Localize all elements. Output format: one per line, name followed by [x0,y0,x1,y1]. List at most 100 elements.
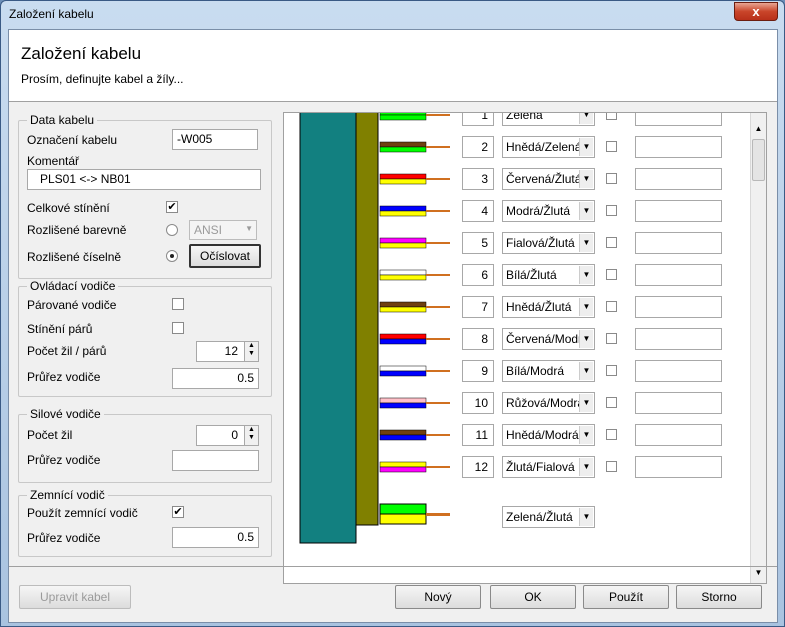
chevron-down-icon[interactable]: ▼ [579,234,593,252]
chevron-down-icon[interactable]: ▼ [579,266,593,284]
wire-color-select[interactable]: Zelená/Žlutá ▼ [502,506,595,528]
wire-number[interactable]: 2 [462,136,494,158]
wire-number[interactable]: 8 [462,328,494,350]
chevron-down-icon[interactable]: ▼ [579,426,593,444]
spin-up-icon[interactable]: ▲ [245,426,258,434]
wire-color-select[interactable]: Červená/Modrá▼ [502,328,595,350]
wire-10-bottom [379,402,427,409]
chevron-down-icon[interactable]: ▼ [579,138,593,156]
wire-designation-input[interactable] [635,328,722,350]
pouzit-zemnici-checkbox[interactable]: ✔ [172,506,184,518]
wire-color-value: Zelená [506,112,543,122]
wire-number[interactable]: 4 [462,200,494,222]
wire-number[interactable]: 6 [462,264,494,286]
pouzit-button[interactable]: Použít [583,585,669,609]
wire-number[interactable]: 3 [462,168,494,190]
wire-1-bottom [379,114,427,121]
wire-designation-input[interactable] [635,232,722,254]
wire-3-top [379,173,427,180]
barevne-radio[interactable] [166,224,178,236]
zemnici-prurez-input[interactable]: 0.5 [172,527,259,548]
wire-checkbox[interactable] [606,141,617,152]
wire-designation-input[interactable] [635,264,722,286]
pocet-zil-paru-stepper[interactable]: ▲ ▼ [244,342,258,361]
komentar-label: Komentář [27,154,80,168]
wire-color-select[interactable]: Hnědá/Modrá ▼ [502,424,595,446]
wire-checkbox[interactable] [606,461,617,472]
silove-prurez-input[interactable] [172,450,259,471]
ok-button[interactable]: OK [490,585,576,609]
wire-number[interactable]: 7 [462,296,494,318]
storno-button[interactable]: Storno [676,585,762,609]
wire-designation-input[interactable] [635,113,722,126]
ansi-select[interactable]: ANSI ▼ [189,220,257,240]
wire-designation-input[interactable] [635,296,722,318]
wire-designation-input[interactable] [635,136,722,158]
wire-checkbox[interactable] [606,333,617,344]
wire-checkbox[interactable] [606,397,617,408]
komentar-input[interactable]: PLS01 <-> NB01 [27,169,261,190]
spin-down-icon[interactable]: ▼ [245,350,258,358]
wire-color-select[interactable]: Bílá/Žlutá ▼ [502,264,595,286]
wire-designation-input[interactable] [635,168,722,190]
chevron-down-icon[interactable]: ▼ [579,202,593,220]
wire-checkbox[interactable] [606,237,617,248]
chevron-down-icon[interactable]: ▼ [579,298,593,316]
prurez-input[interactable]: 0.5 [172,368,259,389]
wire-6-tip [426,274,450,276]
chevron-down-icon[interactable]: ▼ [579,394,593,412]
novy-button[interactable]: Nový [395,585,481,609]
wire-checkbox[interactable] [606,173,617,184]
wire-color-select[interactable]: Fialová/Žlutá ▼ [502,232,595,254]
wire-checkbox[interactable] [606,113,617,120]
silove-pocet-stepper[interactable]: ▲ ▼ [244,426,258,445]
wire-designation-input[interactable] [635,424,722,446]
chevron-down-icon[interactable]: ▼ [579,458,593,476]
wire-checkbox[interactable] [606,205,617,216]
chevron-down-icon[interactable]: ▼ [579,330,593,348]
ocislovat-button[interactable]: Očíslovat [189,244,261,268]
chevron-down-icon[interactable]: ▼ [579,362,593,380]
wire-checkbox[interactable] [606,269,617,280]
scroll-thumb[interactable] [752,139,765,181]
upravit-kabel-button[interactable]: Upravit kabel [19,585,131,609]
spin-up-icon[interactable]: ▲ [245,342,258,350]
wire-checkbox[interactable] [606,365,617,376]
close-button[interactable]: x [734,2,778,21]
wire-designation-input[interactable] [635,456,722,478]
chevron-down-icon[interactable]: ▼ [579,508,593,526]
spin-down-icon[interactable]: ▼ [245,434,258,442]
wire-color-select[interactable]: Žlutá/Fialová ▼ [502,456,595,478]
wire-12-tip [426,466,450,468]
wire-color-select[interactable]: Bílá/Modrá ▼ [502,360,595,382]
chevron-down-icon[interactable]: ▼ [579,113,593,124]
vertical-scrollbar[interactable]: ▲ ▼ [750,113,766,583]
wire-color-select[interactable]: Hnědá/Zelená ▼ [502,136,595,158]
wire-number[interactable]: 11 [462,424,494,446]
wire-color-select[interactable]: Růžová/Modrá ▼ [502,392,595,414]
wire-designation-input[interactable] [635,360,722,382]
wire-number[interactable]: 9 [462,360,494,382]
wire-color-select[interactable]: Modrá/Žlutá ▼ [502,200,595,222]
celkove-stineni-checkbox[interactable]: ✔ [166,201,178,213]
wire-designation-input[interactable] [635,200,722,222]
wire-color-select[interactable]: Zelená ▼ [502,112,595,126]
wire-checkbox[interactable] [606,301,617,312]
scroll-up-icon[interactable]: ▲ [751,121,766,137]
wire-color-select[interactable]: Hnědá/Žlutá ▼ [502,296,595,318]
wire-color-value: Zelená/Žlutá [506,510,573,524]
wire-color-select[interactable]: Červená/Žlutá ▼ [502,168,595,190]
wire-number[interactable]: 5 [462,232,494,254]
wire-6-top [379,269,427,276]
oznaceni-input[interactable]: -W005 [172,129,258,150]
chevron-down-icon[interactable]: ▼ [579,170,593,188]
wire-number[interactable]: 12 [462,456,494,478]
parovane-checkbox[interactable] [172,298,184,310]
ansi-value: ANSI [194,223,223,237]
wire-checkbox[interactable] [606,429,617,440]
wire-number[interactable]: 1 [462,113,494,126]
ciselne-radio[interactable] [166,250,178,262]
stineni-paru-checkbox[interactable] [172,322,184,334]
wire-designation-input[interactable] [635,392,722,414]
wire-number[interactable]: 10 [462,392,494,414]
